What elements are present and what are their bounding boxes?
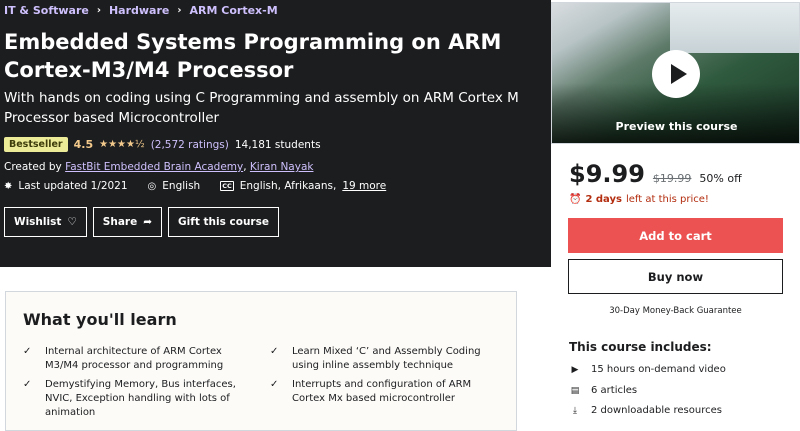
check-icon: ✓ <box>270 379 279 390</box>
globe-icon: ◎ <box>147 180 157 192</box>
includes-item: ▤ 6 articles <box>569 385 637 396</box>
course-title: Embedded Systems Programming on ARM Cort… <box>4 30 502 82</box>
chevron-right-icon: › <box>177 5 182 16</box>
learn-item-text: Demystifying Memory, Bus interfaces, NVI… <box>45 379 236 418</box>
video-icon: ▶ <box>571 364 579 375</box>
preview-label: Preview this course <box>615 120 738 133</box>
breadcrumb-link-hardware[interactable]: Hardware <box>109 4 169 17</box>
breadcrumb-link-it-software[interactable]: IT & Software <box>4 4 89 17</box>
caption-languages: English, Afrikaans, <box>239 180 337 192</box>
includes-item: ⤓ 2 downloadable resources <box>569 405 722 416</box>
rating-row: Bestseller 4.5 ★★★★½ (2,572 ratings) 14,… <box>4 137 321 152</box>
check-icon: ✓ <box>23 379 32 390</box>
ratings-count-link[interactable]: (2,572 ratings) <box>151 139 229 151</box>
play-icon[interactable] <box>652 50 700 98</box>
preview-thumbnail-monitor <box>670 3 799 53</box>
includes-item: ▶ 15 hours on-demand video <box>569 364 726 375</box>
add-to-cart-button[interactable]: Add to cart <box>568 218 783 253</box>
article-icon: ▤ <box>570 385 580 396</box>
original-price: $19.99 <box>652 172 692 185</box>
includes-heading: This course includes: <box>569 340 712 354</box>
share-arrow-icon: ➦ <box>143 216 153 228</box>
check-icon: ✓ <box>23 346 32 357</box>
includes-item-text: 2 downloadable resources <box>591 405 722 416</box>
learn-item-text: Learn Mixed ‘C’ and Assembly Coding usin… <box>292 346 481 371</box>
learn-item: ✓ Learn Mixed ‘C’ and Assembly Coding us… <box>270 345 500 373</box>
learn-heading: What you'll learn <box>23 310 177 329</box>
chevron-right-icon: › <box>96 5 101 16</box>
bestseller-badge: Bestseller <box>4 137 68 152</box>
alarm-clock-icon: ⏰ <box>569 194 582 205</box>
share-label: Share <box>102 216 138 228</box>
learn-item: ✓ Demystifying Memory, Bus interfaces, N… <box>23 378 253 420</box>
download-icon: ⤓ <box>573 405 577 416</box>
learn-item: ✓ Interrupts and configuration of ARM Co… <box>270 378 500 406</box>
learn-item: ✓ Internal architecture of ARM Cortex M3… <box>23 345 253 373</box>
wishlist-label: Wishlist <box>14 216 62 228</box>
wishlist-button[interactable]: Wishlist ♡ <box>4 207 87 237</box>
what-youll-learn-box: What you'll learn ✓ Internal architectur… <box>5 291 517 431</box>
breadcrumb: IT & Software › Hardware › ARM Cortex-M <box>4 4 278 17</box>
gift-course-button[interactable]: Gift this course <box>168 207 279 237</box>
breadcrumb-link-arm-cortex-m[interactable]: ARM Cortex-M <box>190 4 278 17</box>
gift-label: Gift this course <box>178 216 269 228</box>
star-rating-icon: ★★★★½ <box>99 139 145 150</box>
last-updated: Last updated 1/2021 <box>18 180 128 192</box>
share-button[interactable]: Share ➦ <box>92 207 163 237</box>
money-back-guarantee: 30-Day Money-Back Guarantee <box>609 306 742 316</box>
course-subtitle: With hands on coding using C Programming… <box>4 90 519 126</box>
includes-item-text: 15 hours on-demand video <box>591 364 726 375</box>
timer-text: left at this price! <box>625 194 709 205</box>
price-row: $9.99 $19.99 50% off <box>569 160 742 188</box>
includes-item-text: 6 articles <box>591 385 638 396</box>
current-price: $9.99 <box>569 160 645 188</box>
action-buttons: Wishlist ♡ Share ➦ Gift this course <box>4 207 279 237</box>
course-language: English <box>162 180 201 192</box>
course-preview[interactable]: Preview this course <box>551 2 800 144</box>
learn-item-text: Internal architecture of ARM Cortex M3/M… <box>45 346 224 371</box>
closed-captions-icon: CC <box>220 181 234 191</box>
learn-item-text: Interrupts and configuration of ARM Cort… <box>292 379 472 404</box>
students-count: 14,181 students <box>234 138 321 151</box>
course-meta: ✸ Last updated 1/2021 ◎ English CC Engli… <box>4 180 386 192</box>
alert-badge-icon: ✸ <box>4 180 13 192</box>
instructor-link-fastbit[interactable]: FastBit Embedded Brain Academy <box>65 161 243 173</box>
more-captions-link[interactable]: 19 more <box>342 180 386 192</box>
check-icon: ✓ <box>270 346 279 357</box>
discount-percent: 50% off <box>699 172 742 185</box>
buy-now-button[interactable]: Buy now <box>568 259 783 294</box>
price-timer: ⏰ 2 days left at this price! <box>569 194 709 205</box>
rating-value: 4.5 <box>73 138 94 151</box>
instructor-link-kiran-nayak[interactable]: Kiran Nayak <box>250 161 314 173</box>
created-by-label: Created by <box>4 161 62 173</box>
heart-icon: ♡ <box>67 216 77 228</box>
created-by: Created by FastBit Embedded Brain Academ… <box>4 161 314 173</box>
timer-days: 2 days <box>585 194 622 205</box>
purchase-sidebar: Preview this course $9.99 $19.99 50% off… <box>551 0 800 425</box>
